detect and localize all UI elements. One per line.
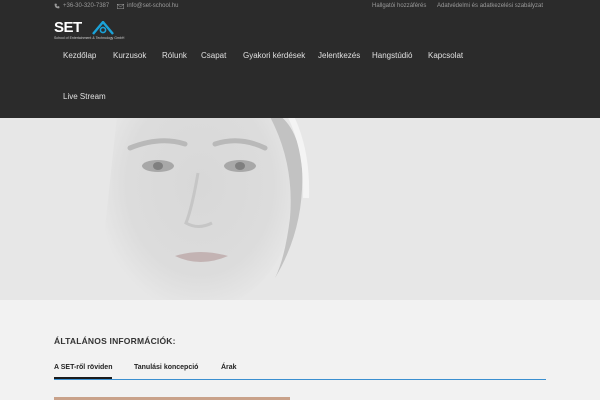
nav-item-contact[interactable]: Kapcsolat xyxy=(428,51,463,60)
privacy-policy-link[interactable]: Adatvédelmi és adatkezelési szabályzat xyxy=(437,3,543,9)
phone-icon xyxy=(54,3,60,9)
nav-item-home[interactable]: Kezdőlap xyxy=(63,51,96,60)
tab-about-set[interactable]: A SET-ről röviden xyxy=(54,364,112,371)
tab-prices[interactable]: Árak xyxy=(221,364,237,371)
nav-item-team[interactable]: Csapat xyxy=(201,51,226,60)
hero-portrait-image xyxy=(105,118,310,300)
phone-contact[interactable]: +36-30-320-7387 xyxy=(54,3,109,9)
student-access-link[interactable]: Hallgatói hozzáférés xyxy=(372,3,426,9)
site-logo[interactable]: SET School of Entertainment & Technology… xyxy=(54,20,134,42)
tab-divider xyxy=(54,379,546,380)
email-contact[interactable]: info@set-school.hu xyxy=(117,3,178,9)
logo-subtitle: School of Entertainment & Technology Gmb… xyxy=(54,36,125,40)
tab-learning-concept[interactable]: Tanulási koncepció xyxy=(134,364,198,371)
phone-number: +36-30-320-7387 xyxy=(63,3,110,9)
email-address: info@set-school.hu xyxy=(127,3,179,9)
nav-item-apply[interactable]: Jelentkezés xyxy=(318,51,360,60)
site-header: +36-30-320-7387 info@set-school.hu Hallg… xyxy=(0,0,600,118)
nav-item-about[interactable]: Rólunk xyxy=(162,51,187,60)
logo-wordmark: SET xyxy=(54,19,82,36)
mail-icon xyxy=(117,3,124,9)
nav-item-live-stream[interactable]: Live Stream xyxy=(63,92,106,101)
hero-banner xyxy=(0,118,600,300)
nav-item-courses[interactable]: Kurzusok xyxy=(113,51,146,60)
section-title: ÁLTALÁNOS INFORMÁCIÓK: xyxy=(54,336,176,346)
nav-item-faq[interactable]: Gyakori kérdések xyxy=(243,51,305,60)
top-bar: +36-30-320-7387 info@set-school.hu Hallg… xyxy=(0,0,600,14)
nav-item-studio[interactable]: Hangstúdió xyxy=(372,51,412,60)
